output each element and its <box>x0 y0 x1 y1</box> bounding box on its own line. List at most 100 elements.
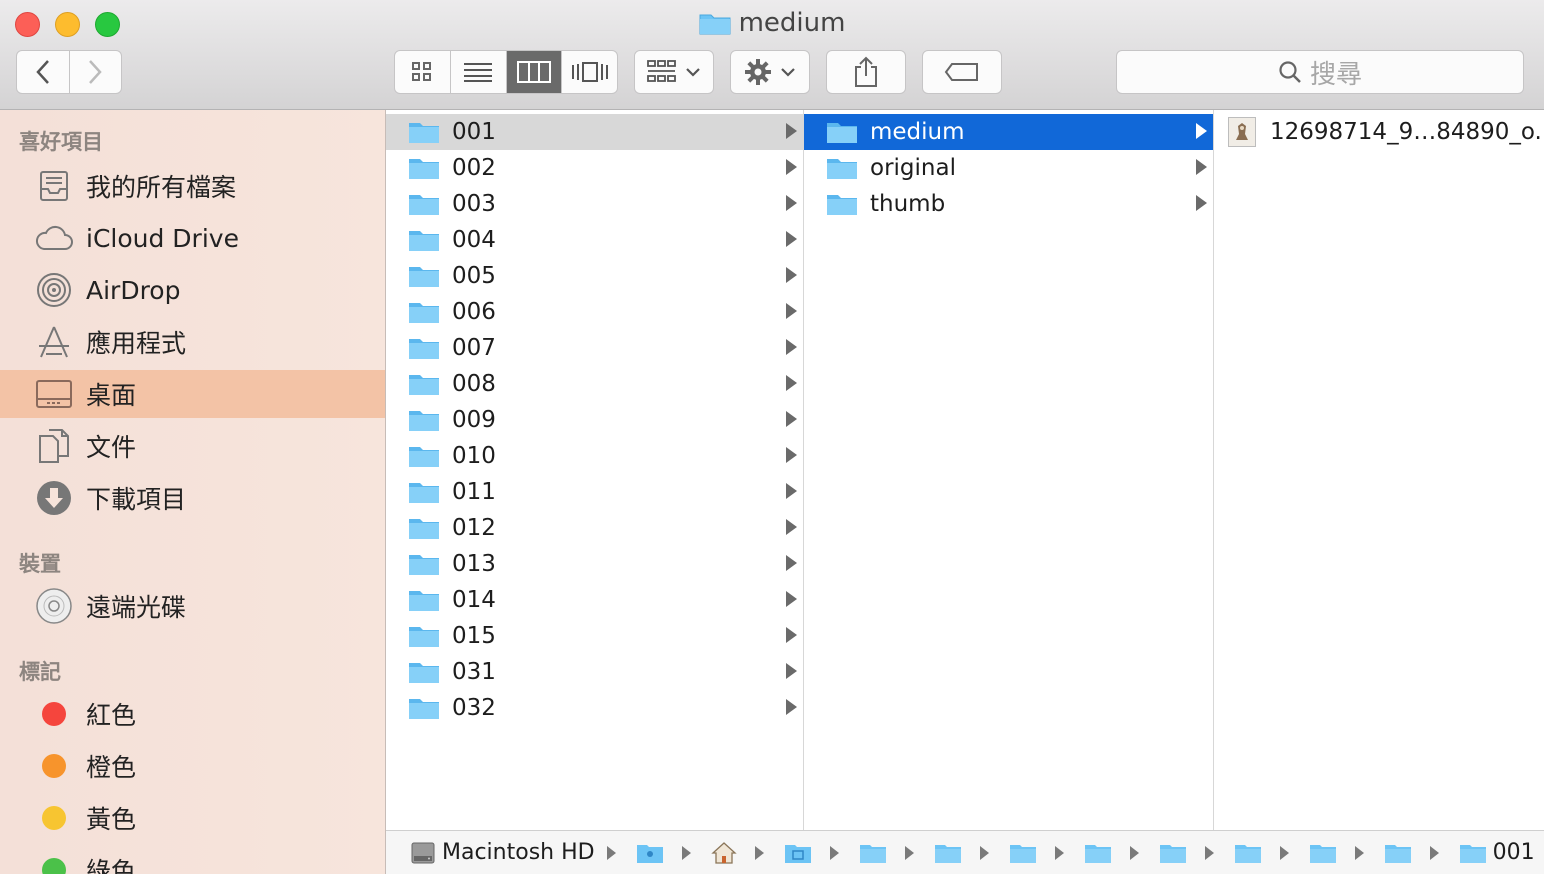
sidebar-item-label: 下載項目 <box>86 485 187 514</box>
sidebar-item-airdrop[interactable]: AirDrop <box>0 266 385 314</box>
disclosure-arrow-icon <box>786 663 797 679</box>
arrange-button[interactable] <box>634 50 714 94</box>
folder-name: 015 <box>452 623 496 649</box>
path-item-home[interactable] <box>710 841 743 865</box>
sidebar-item-applications[interactable]: 應用程式 <box>0 318 385 366</box>
disclosure-arrow-icon <box>786 375 797 391</box>
sidebar-item-downloads[interactable]: 下載項目 <box>0 474 385 522</box>
action-button[interactable] <box>730 50 810 94</box>
sidebar-item-label: 遠端光碟 <box>86 593 187 622</box>
airdrop-icon <box>34 270 74 310</box>
file-row[interactable]: 12698714_9…84890_o. <box>1214 114 1544 150</box>
path-item-folder[interactable] <box>1159 842 1193 864</box>
red-tag-dot-icon <box>34 694 74 734</box>
disclosure-arrow-icon <box>786 519 797 535</box>
path-item-folder[interactable] <box>1084 842 1118 864</box>
folder-row[interactable]: 004 <box>386 222 803 258</box>
path-item-folder[interactable] <box>1384 842 1418 864</box>
folder-icon <box>1159 842 1187 864</box>
sidebar-item-label: 綠色 <box>86 857 137 874</box>
folder-row[interactable]: 002 <box>386 150 803 186</box>
folder-icon <box>408 156 440 180</box>
desktop-folder-icon <box>784 842 812 864</box>
folder-icon <box>1009 842 1037 864</box>
folder-icon <box>1084 842 1112 864</box>
sidebar-item-desktop[interactable]: 桌面 <box>0 370 385 418</box>
folder-row[interactable]: 031 <box>386 654 803 690</box>
folder-icon <box>408 588 440 612</box>
back-button[interactable] <box>17 51 70 93</box>
window-title-text: medium <box>738 8 846 38</box>
search-placeholder: 搜尋 <box>1309 59 1362 90</box>
folder-icon <box>408 264 440 288</box>
disclosure-arrow-icon <box>786 555 797 571</box>
list-view-button[interactable] <box>451 51 507 93</box>
search-field[interactable]: 搜尋 <box>1116 50 1524 94</box>
path-separator-icon <box>1279 845 1289 860</box>
disc-icon <box>34 586 74 626</box>
sidebar-tag-yellow[interactable]: 黃色 <box>0 794 385 842</box>
folder-row[interactable]: 032 <box>386 690 803 726</box>
folder-row[interactable]: original <box>804 150 1213 186</box>
disclosure-arrow-icon <box>1196 159 1207 175</box>
folder-icon <box>1384 842 1412 864</box>
folder-row[interactable]: 006 <box>386 294 803 330</box>
gear-icon <box>745 59 771 85</box>
folder-row[interactable]: 012 <box>386 510 803 546</box>
folder-row[interactable]: 003 <box>386 186 803 222</box>
arrange-grid-icon <box>647 60 676 82</box>
folder-name: original <box>870 155 956 181</box>
sidebar-item-all-files[interactable]: 我的所有檔案 <box>0 162 385 210</box>
sidebar-item-icloud[interactable]: iCloud Drive <box>0 214 385 262</box>
icon-view-button[interactable] <box>395 51 451 93</box>
path-item-users[interactable] <box>636 842 670 864</box>
folder-name: 008 <box>452 371 496 397</box>
coverflow-view-button[interactable] <box>562 51 617 93</box>
applications-icon <box>34 322 74 362</box>
path-separator-icon <box>681 845 691 860</box>
forward-button[interactable] <box>70 51 122 93</box>
path-item-disk[interactable]: Macintosh HD <box>410 840 595 866</box>
folder-icon <box>1309 842 1337 864</box>
folder-row[interactable]: 014 <box>386 582 803 618</box>
folder-row[interactable]: medium <box>804 114 1213 150</box>
folder-row[interactable]: 010 <box>386 438 803 474</box>
folder-row[interactable]: 009 <box>386 402 803 438</box>
tag-button[interactable] <box>922 50 1002 94</box>
path-item-desktop[interactable] <box>784 842 818 864</box>
path-separator-icon <box>754 845 764 860</box>
folder-name: thumb <box>870 191 946 217</box>
folder-icon <box>408 444 440 468</box>
folder-icon <box>408 696 440 720</box>
path-item-folder[interactable] <box>859 842 893 864</box>
share-button[interactable] <box>826 50 906 94</box>
folder-icon <box>408 516 440 540</box>
path-item-folder[interactable] <box>1234 842 1268 864</box>
sidebar-item-documents[interactable]: 文件 <box>0 422 385 470</box>
sidebar-tag-orange[interactable]: 橙色 <box>0 742 385 790</box>
sidebar-tag-green[interactable]: 綠色 <box>0 846 385 874</box>
sidebar-item-remote-disc[interactable]: 遠端光碟 <box>0 582 385 630</box>
folder-row[interactable]: 007 <box>386 330 803 366</box>
users-folder-icon <box>636 842 664 864</box>
downloads-icon <box>34 478 74 518</box>
folder-row[interactable]: 008 <box>386 366 803 402</box>
path-item-001[interactable]: 001 <box>1459 840 1535 865</box>
column-view-button[interactable] <box>506 51 563 93</box>
path-item-folder[interactable] <box>1309 842 1343 864</box>
folder-name: 006 <box>452 299 496 325</box>
folder-row[interactable]: 011 <box>386 474 803 510</box>
folder-row[interactable]: thumb <box>804 186 1213 222</box>
folder-row[interactable]: 001 <box>386 114 803 150</box>
folder-row[interactable]: 005 <box>386 258 803 294</box>
folder-icon <box>408 228 440 252</box>
sidebar-tag-red[interactable]: 紅色 <box>0 690 385 738</box>
folder-row[interactable]: 013 <box>386 546 803 582</box>
folder-row[interactable]: 015 <box>386 618 803 654</box>
path-item-folder[interactable] <box>934 842 968 864</box>
folder-name: 007 <box>452 335 496 361</box>
share-icon <box>855 56 877 87</box>
path-item-folder[interactable] <box>1009 842 1043 864</box>
sidebar-item-label: 橙色 <box>86 753 137 782</box>
sidebar-item-label: AirDrop <box>86 275 181 305</box>
